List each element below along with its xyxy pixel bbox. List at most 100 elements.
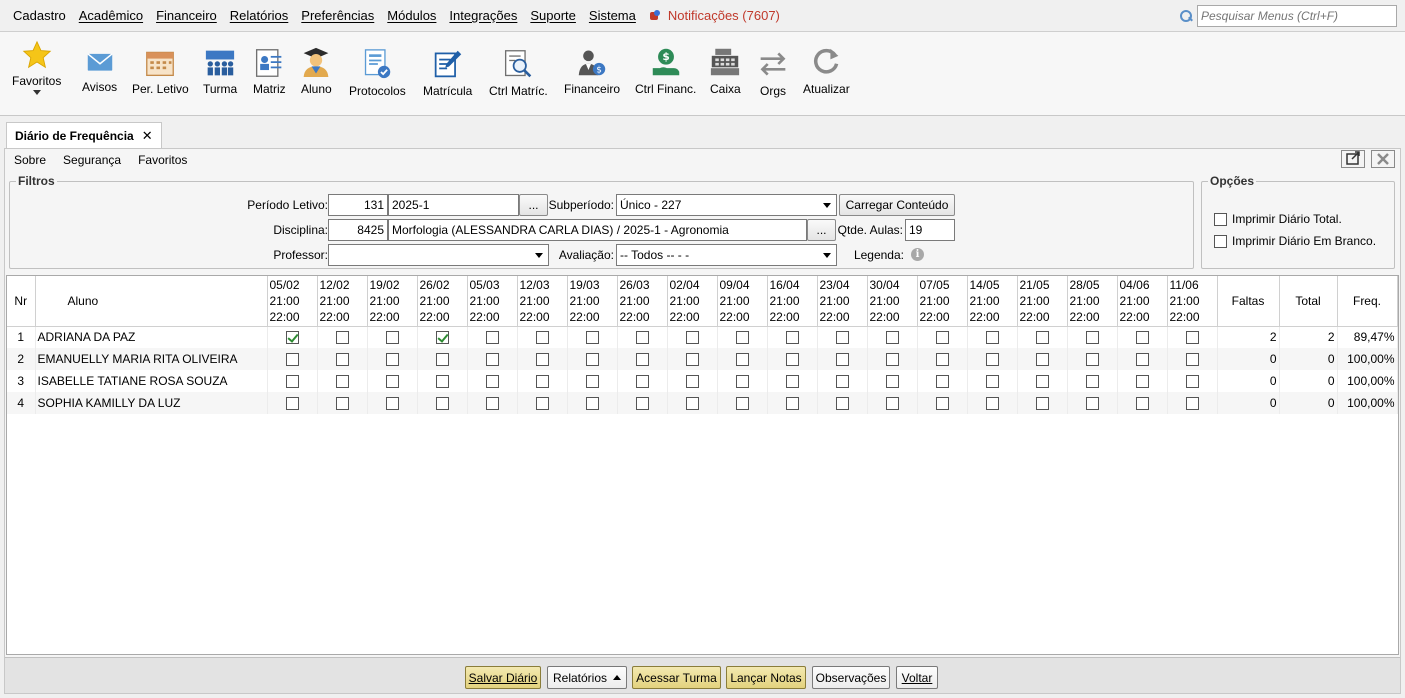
attendance-checkbox[interactable]: [385, 353, 399, 367]
search-menus-input[interactable]: [1197, 5, 1397, 27]
attendance-checkbox[interactable]: [885, 375, 899, 389]
turma-button[interactable]: Turma: [203, 48, 237, 96]
attendance-checkbox[interactable]: [1135, 331, 1149, 345]
attendance-checkbox[interactable]: [935, 331, 949, 345]
ctrl-financ-button[interactable]: $ Ctrl Financ.: [635, 46, 696, 96]
attendance-checkbox[interactable]: [985, 397, 999, 411]
acessar-turma-button[interactable]: Acessar Turma: [632, 666, 721, 689]
qtde-aulas-field[interactable]: 19: [905, 219, 955, 241]
attendance-checkbox[interactable]: [785, 331, 799, 345]
attendance-checkbox[interactable]: [785, 353, 799, 367]
attendance-checkbox[interactable]: [685, 397, 699, 411]
attendance-checkbox[interactable]: [585, 353, 599, 367]
menu-preferencias[interactable]: Preferências: [296, 8, 382, 23]
attendance-checkbox[interactable]: [1135, 375, 1149, 389]
aluno-button[interactable]: Aluno: [301, 46, 332, 96]
attendance-checkbox[interactable]: [985, 375, 999, 389]
attendance-checkbox[interactable]: [935, 375, 949, 389]
attendance-checkbox[interactable]: [285, 353, 299, 367]
attendance-checkbox[interactable]: [835, 353, 849, 367]
attendance-checkbox[interactable]: [1085, 353, 1099, 367]
menu-suporte[interactable]: Suporte: [525, 8, 584, 23]
periodo-search-button[interactable]: ...: [519, 194, 548, 216]
attendance-checkbox[interactable]: [735, 353, 749, 367]
opcao-diario-total[interactable]: Imprimir Diário Total.: [1214, 212, 1342, 226]
attendance-checkbox[interactable]: [635, 375, 649, 389]
table-row[interactable]: 4 SOPHIA KAMILLY DA LUZ 0 0 100,00%: [7, 392, 1398, 414]
attendance-checkbox[interactable]: [1185, 397, 1199, 411]
attendance-checkbox[interactable]: [735, 375, 749, 389]
attendance-checkbox[interactable]: [535, 331, 549, 345]
attendance-checkbox[interactable]: [385, 331, 399, 345]
attendance-checkbox[interactable]: [1135, 397, 1149, 411]
attendance-checkbox[interactable]: [1035, 331, 1049, 345]
attendance-checkbox[interactable]: [835, 397, 849, 411]
attendance-checkbox[interactable]: [935, 353, 949, 367]
financeiro-button[interactable]: $ Financeiro: [564, 46, 620, 96]
periodo-name-field[interactable]: 2025-1: [388, 194, 519, 216]
attendance-checkbox[interactable]: [985, 353, 999, 367]
attendance-checkbox[interactable]: [435, 397, 449, 411]
salvar-diario-button[interactable]: Salvar Diário: [465, 666, 541, 689]
attendance-checkbox[interactable]: [735, 397, 749, 411]
attendance-checkbox[interactable]: [685, 331, 699, 345]
attendance-checkbox[interactable]: [835, 331, 849, 345]
attendance-checkbox[interactable]: [785, 375, 799, 389]
attendance-checkbox[interactable]: [985, 331, 999, 345]
attendance-checkbox[interactable]: [285, 375, 299, 389]
subperiodo-select[interactable]: Único - 227: [616, 194, 837, 216]
favoritos-button[interactable]: Favoritos: [12, 40, 61, 95]
disciplina-code-field[interactable]: 8425: [328, 219, 388, 241]
submenu-sobre[interactable]: Sobre: [14, 153, 46, 167]
ctrl-matric-button[interactable]: Ctrl Matríc.: [489, 48, 548, 98]
attendance-checkbox[interactable]: [485, 353, 499, 367]
attendance-checkbox[interactable]: [735, 331, 749, 345]
attendance-checkbox[interactable]: [885, 397, 899, 411]
attendance-checkbox[interactable]: [935, 397, 949, 411]
attendance-checkbox[interactable]: [335, 331, 349, 345]
observacoes-button[interactable]: Observações: [812, 666, 890, 689]
attendance-checkbox[interactable]: [635, 397, 649, 411]
voltar-button[interactable]: Voltar: [896, 666, 938, 689]
attendance-checkbox[interactable]: [1185, 331, 1199, 345]
attendance-checkbox[interactable]: [435, 375, 449, 389]
carregar-conteudo-button[interactable]: Carregar Conteúdo: [839, 194, 955, 216]
attendance-checkbox[interactable]: [335, 397, 349, 411]
submenu-favoritos[interactable]: Favoritos: [138, 153, 187, 167]
attendance-checkbox[interactable]: [385, 375, 399, 389]
attendance-checkbox[interactable]: [285, 331, 299, 345]
opcao-diario-branco[interactable]: Imprimir Diário Em Branco.: [1214, 234, 1376, 248]
menu-sistema[interactable]: Sistema: [584, 8, 644, 23]
legenda-info-icon[interactable]: i: [911, 248, 924, 261]
attendance-checkbox[interactable]: [585, 375, 599, 389]
submenu-seguranca[interactable]: Segurança: [63, 153, 121, 167]
orgs-button[interactable]: Orgs: [758, 48, 788, 98]
attendance-checkbox[interactable]: [1085, 331, 1099, 345]
table-row[interactable]: 3 ISABELLE TATIANE ROSA SOUZA 0 0 100,00%: [7, 370, 1398, 392]
diario-total-checkbox[interactable]: [1214, 212, 1227, 226]
table-row[interactable]: 1 ADRIANA DA PAZ 2 2 89,47%: [7, 326, 1398, 348]
menu-integracoes[interactable]: Integrações: [444, 8, 525, 23]
attendance-checkbox[interactable]: [635, 331, 649, 345]
attendance-checkbox[interactable]: [435, 353, 449, 367]
avisos-button[interactable]: Avisos: [82, 50, 117, 94]
attendance-checkbox[interactable]: [685, 375, 699, 389]
menu-financeiro[interactable]: Financeiro: [151, 8, 225, 23]
professor-select[interactable]: [328, 244, 549, 266]
attendance-checkbox[interactable]: [485, 397, 499, 411]
attendance-checkbox[interactable]: [635, 353, 649, 367]
attendance-checkbox[interactable]: [1035, 353, 1049, 367]
matricula-button[interactable]: Matrícula: [423, 48, 472, 98]
diario-branco-checkbox[interactable]: [1214, 234, 1227, 248]
attendance-checkbox[interactable]: [1035, 397, 1049, 411]
attendance-checkbox[interactable]: [1085, 397, 1099, 411]
attendance-checkbox[interactable]: [1135, 353, 1149, 367]
attendance-checkbox[interactable]: [335, 375, 349, 389]
periodo-code-field[interactable]: 131: [328, 194, 388, 216]
attendance-checkbox[interactable]: [1035, 375, 1049, 389]
disciplina-name-field[interactable]: Morfologia (ALESSANDRA CARLA DIAS) / 202…: [388, 219, 807, 241]
menu-cadastro[interactable]: Cadastro: [8, 8, 74, 23]
protocolos-button[interactable]: Protocolos: [349, 48, 406, 98]
lancar-notas-button[interactable]: Lançar Notas: [726, 666, 806, 689]
table-row[interactable]: 2 EMANUELLY MARIA RITA OLIVEIRA 0 0 100,00%: [7, 348, 1398, 370]
